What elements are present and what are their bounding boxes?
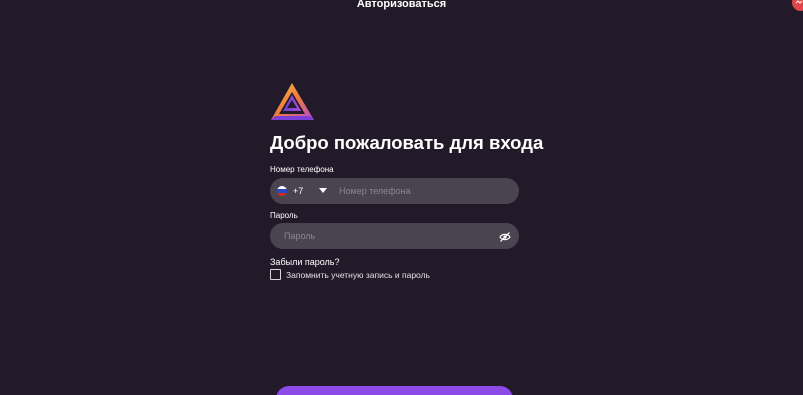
phone-label: Номер телефона xyxy=(270,165,334,174)
chevron-down-icon[interactable] xyxy=(319,188,327,193)
eye-off-icon[interactable] xyxy=(499,230,511,242)
phone-field: +7 xyxy=(270,178,519,204)
russia-flag-icon[interactable] xyxy=(277,186,287,196)
page-title: Авторизоваться xyxy=(356,0,447,10)
password-label: Пароль xyxy=(270,211,298,220)
login-page: Авторизоваться Добро пожаловать для вход… xyxy=(0,0,803,395)
phone-input[interactable] xyxy=(339,178,509,204)
triangle-logo-icon xyxy=(270,82,315,122)
country-code[interactable]: +7 xyxy=(293,185,303,197)
remember-label: Запомнить учетную запись и пароль xyxy=(286,270,430,280)
password-input[interactable] xyxy=(284,223,494,249)
welcome-heading: Добро пожаловать для входа xyxy=(270,132,544,153)
submit-button[interactable] xyxy=(276,386,513,395)
forgot-password-link[interactable]: Забыли пароль? xyxy=(270,256,339,268)
remember-checkbox[interactable] xyxy=(270,269,281,280)
password-field xyxy=(270,223,519,249)
